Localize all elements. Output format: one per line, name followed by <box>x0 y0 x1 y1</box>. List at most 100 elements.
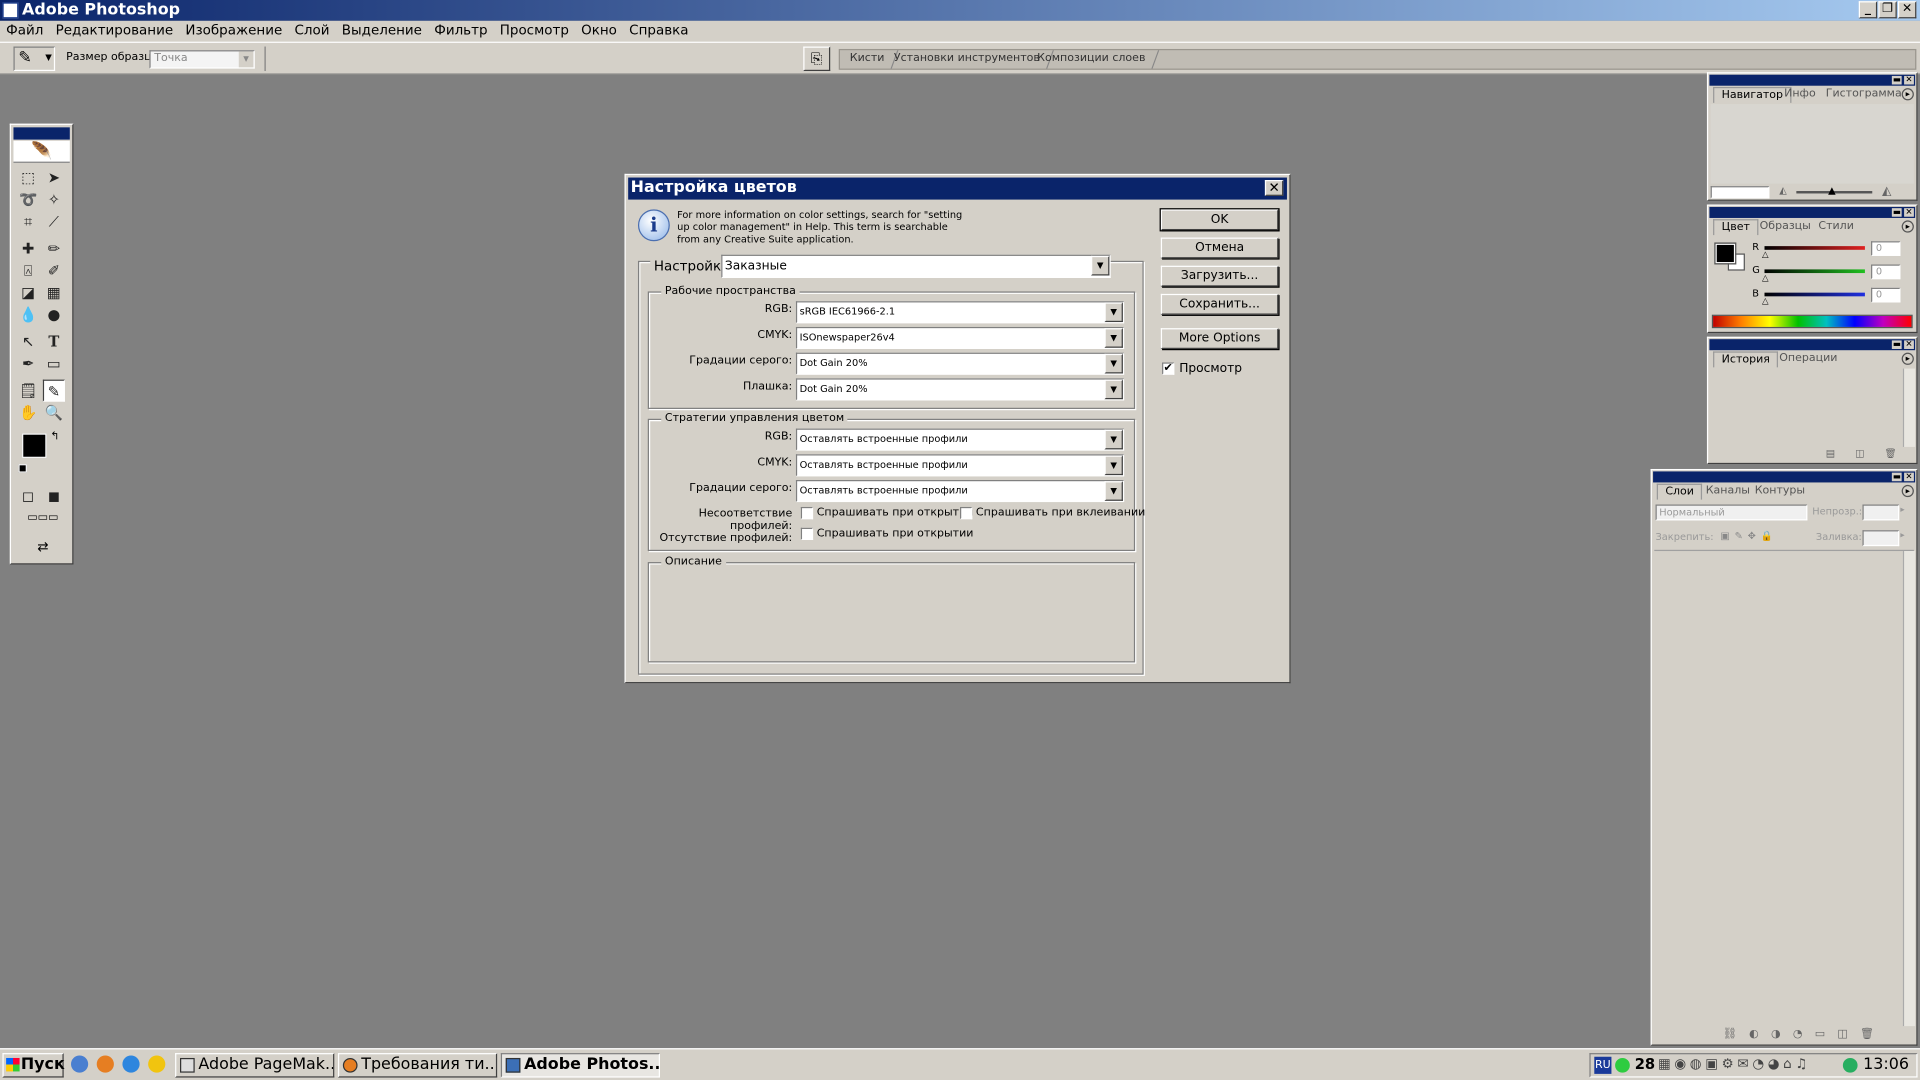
foreground-color-swatch[interactable] <box>22 433 47 458</box>
policy-gray-select[interactable]: Оставлять встроенные профили ▼ <box>795 480 1125 503</box>
magic-wand-icon[interactable]: ✧ <box>43 189 65 211</box>
dodge-tool-icon[interactable]: ● <box>43 304 65 326</box>
task-document[interactable]: Требования ти... <box>337 1053 498 1078</box>
history-scrollbar[interactable] <box>1902 368 1916 447</box>
opacity-arrow-icon[interactable]: ▸ <box>1900 504 1904 514</box>
color-spectrum-bar[interactable] <box>1711 314 1913 329</box>
tool-preset-picker[interactable]: ✎ ▼ <box>13 46 56 72</box>
toolbox-header[interactable] <box>13 127 70 140</box>
show-desktop-icon[interactable] <box>71 1055 89 1073</box>
b-slider-thumb[interactable]: △ <box>1762 296 1769 306</box>
foreground-swatch[interactable] <box>1714 242 1737 265</box>
pen-tool-icon[interactable]: ✒ <box>17 353 39 375</box>
close-icon[interactable]: ✕ <box>1904 472 1914 482</box>
ws-cmyk-select[interactable]: ISOnewspaper26v4 ▼ <box>795 326 1125 349</box>
layer-action-icons[interactable]: ⛓◐◑◔▭◫🗑 <box>1723 1029 1886 1041</box>
tab-actions[interactable]: Операции <box>1772 351 1845 367</box>
trash-icon[interactable]: 🗑 <box>1885 448 1897 459</box>
policy-rgb-select[interactable]: Оставлять встроенные профили ▼ <box>795 428 1125 451</box>
collapse-icon[interactable]: ▬ <box>1891 340 1902 349</box>
fill-field[interactable] <box>1862 530 1900 547</box>
palette-menu-icon[interactable]: ▸ <box>1901 484 1914 498</box>
language-indicator[interactable]: RU <box>1594 1056 1612 1074</box>
b-value[interactable]: 0 <box>1871 287 1901 303</box>
tab-info[interactable]: Инфо <box>1777 87 1823 103</box>
ok-button[interactable]: OK <box>1159 208 1280 232</box>
zoom-tool-icon[interactable]: 🔍 <box>43 402 65 424</box>
r-slider-thumb[interactable]: △ <box>1762 250 1769 260</box>
blur-tool-icon[interactable]: 💧 <box>17 304 39 326</box>
palette-header[interactable]: ▬ ✕ <box>1709 339 1916 351</box>
crop-tool-icon[interactable]: ⌗ <box>17 211 39 233</box>
eyedropper-tool-icon[interactable]: ✎ <box>42 379 65 402</box>
path-selection-icon[interactable]: ↖ <box>17 331 39 353</box>
opacity-field[interactable] <box>1862 504 1900 521</box>
chrome-icon[interactable] <box>148 1055 166 1073</box>
tray-network-icon[interactable] <box>1842 1057 1858 1073</box>
ie-icon[interactable] <box>122 1055 140 1073</box>
firefox-icon[interactable] <box>96 1055 114 1073</box>
close-button[interactable]: ✕ <box>1897 1 1917 19</box>
preview-checkbox[interactable]: ✔ <box>1162 362 1175 375</box>
settings-select[interactable]: Заказные ▼ <box>721 254 1111 278</box>
type-tool-icon[interactable]: T <box>43 331 65 353</box>
palette-header[interactable]: ▬ ✕ <box>1709 74 1916 86</box>
menu-window[interactable]: Окно <box>575 21 623 41</box>
zoom-slider-thumb[interactable]: ▲ <box>1828 185 1836 196</box>
brush-tool-icon[interactable]: ✏ <box>43 238 65 260</box>
tray-icons[interactable]: ▦◉◍▣⚙✉◔◕⌂♫ <box>1658 1056 1811 1072</box>
close-icon[interactable]: ✕ <box>1904 75 1914 85</box>
collapse-icon[interactable]: ▬ <box>1891 75 1902 85</box>
tab-swatches[interactable]: Образцы <box>1752 219 1818 235</box>
save-button[interactable]: Сохранить... <box>1160 293 1279 315</box>
g-slider[interactable] <box>1764 269 1865 274</box>
adobe-feather-icon[interactable]: 🪶 <box>13 140 70 163</box>
palette-well-icon[interactable]: ⎘ <box>803 46 831 72</box>
missing-open-checkbox[interactable] <box>800 527 814 541</box>
tab-paths[interactable]: Контуры <box>1747 484 1812 500</box>
ws-spot-select[interactable]: Dot Gain 20% ▼ <box>795 378 1125 401</box>
ws-gray-select[interactable]: Dot Gain 20% ▼ <box>795 352 1125 375</box>
palette-menu-icon[interactable]: ▸ <box>1901 88 1914 101</box>
cancel-button[interactable]: Отмена <box>1160 237 1279 259</box>
swap-colors-icon[interactable]: ↰ <box>50 431 59 443</box>
zoom-out-icon[interactable]: ◭ <box>1779 185 1787 196</box>
tab-history[interactable]: История <box>1713 351 1779 368</box>
palette-header[interactable]: ▬ ✕ <box>1709 206 1916 218</box>
shape-tool-icon[interactable]: ▭ <box>43 353 65 375</box>
tray-status-icon[interactable] <box>1615 1057 1630 1073</box>
r-value[interactable]: 0 <box>1871 241 1901 256</box>
layers-scrollbar[interactable] <box>1902 551 1916 1027</box>
slice-tool-icon[interactable]: ⟋ <box>43 211 65 233</box>
collapse-icon[interactable]: ▬ <box>1891 472 1902 482</box>
menu-layer[interactable]: Слой <box>288 21 335 41</box>
close-icon[interactable]: ✕ <box>1904 208 1914 217</box>
tab-layers[interactable]: Слои <box>1656 483 1703 500</box>
notes-tool-icon[interactable]: 🗒 <box>17 380 39 402</box>
fill-arrow-icon[interactable]: ▸ <box>1900 530 1904 540</box>
b-slider[interactable] <box>1764 292 1865 297</box>
clone-stamp-icon[interactable]: ⍓ <box>17 260 39 282</box>
standard-mode-icon[interactable]: ◻ <box>17 485 39 507</box>
marquee-tool-icon[interactable]: ⬚ <box>17 167 39 189</box>
task-pagemaker[interactable]: Adobe PageMak... <box>175 1053 335 1078</box>
ws-rgb-select[interactable]: sRGB IEC61966-2.1 ▼ <box>795 301 1125 324</box>
zoom-field[interactable] <box>1710 186 1770 199</box>
healing-brush-icon[interactable]: ✚ <box>17 238 39 260</box>
dialog-close-button[interactable]: ✕ <box>1264 180 1284 196</box>
palette-header[interactable]: ▬ ✕ <box>1653 471 1916 483</box>
close-icon[interactable]: ✕ <box>1904 340 1914 349</box>
sample-size-select[interactable]: Точка ▼ <box>149 50 255 69</box>
menu-help[interactable]: Справка <box>623 21 695 41</box>
menu-select[interactable]: Выделение <box>336 21 428 41</box>
menu-filter[interactable]: Фильтр <box>428 21 494 41</box>
blend-mode-select[interactable]: Нормальный <box>1655 504 1808 521</box>
well-tab-layer-comps[interactable]: Композиции слоев <box>1026 50 1160 69</box>
palette-menu-icon[interactable]: ▸ <box>1901 352 1914 365</box>
jump-to-imageready-icon[interactable]: ⇄ <box>17 539 68 559</box>
lasso-tool-icon[interactable]: ➰ <box>17 189 39 211</box>
start-button[interactable]: Пуск <box>2 1053 65 1078</box>
mismatch-open-checkbox[interactable] <box>800 506 814 520</box>
screen-mode-icons[interactable]: ▭▭▭ <box>17 512 68 532</box>
menu-edit[interactable]: Редактирование <box>49 21 179 41</box>
